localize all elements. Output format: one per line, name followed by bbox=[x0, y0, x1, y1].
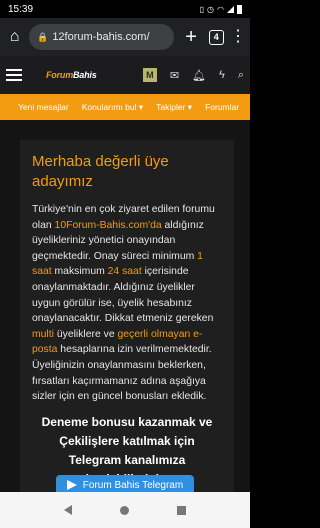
home-button-icon[interactable] bbox=[120, 505, 129, 515]
nav-watched[interactable]: Takipler ▾ bbox=[156, 102, 192, 113]
search-icon[interactable]: ⌕ bbox=[238, 69, 244, 82]
more-menu-icon[interactable]: ⋮ bbox=[230, 29, 246, 45]
recent-apps-icon[interactable] bbox=[177, 505, 186, 515]
status-bar: 15:39 ▯ ◷ ◠ bbox=[0, 0, 250, 18]
nav-forums[interactable]: Forumlar bbox=[205, 102, 239, 112]
main-nav: Yeni mesajlar Konularımı bul ▾ Takipler … bbox=[0, 94, 250, 120]
battery-icon bbox=[237, 4, 242, 14]
welcome-card: Merhaba değerli üye adayımız Türkiye'nin… bbox=[20, 140, 234, 492]
signal-icon bbox=[227, 5, 234, 13]
nav-new-messages[interactable]: Yeni mesajlar bbox=[18, 102, 69, 112]
status-icons: ▯ ◷ ◠ bbox=[199, 4, 242, 14]
status-time: 15:39 bbox=[8, 3, 34, 15]
header-icons: M ✉ 🔔︎ ϟ ⌕ bbox=[142, 68, 244, 82]
welcome-title: Merhaba değerli üye adayımız bbox=[32, 153, 169, 190]
hamburger-menu-icon[interactable] bbox=[6, 69, 24, 81]
logo-prefix: Forum bbox=[46, 70, 73, 80]
welcome-text: Türkiye'nin en çok ziyaret edilen forumu… bbox=[32, 204, 215, 403]
new-tab-icon[interactable]: + bbox=[180, 26, 203, 49]
telegram-button-label: Forum Bahis Telegram bbox=[82, 479, 184, 491]
browser-toolbar: ⌂ 🔒 12forum-bahis.com/ + 4 ⋮ bbox=[0, 18, 250, 56]
site-logo[interactable]: ForumBahis bbox=[46, 70, 97, 80]
multi-highlight: multi bbox=[32, 328, 54, 340]
vibrate-icon: ▯ bbox=[199, 4, 205, 14]
site-header: ForumBahis M ✉ 🔔︎ ϟ ⌕ bbox=[0, 56, 250, 94]
home-icon[interactable]: ⌂ bbox=[4, 28, 25, 46]
nav-find-threads[interactable]: Konularımı bul ▾ bbox=[82, 102, 143, 113]
mail-icon[interactable]: ✉ bbox=[170, 69, 179, 82]
main-content: Merhaba değerli üye adayımız Türkiye'nin… bbox=[0, 120, 250, 495]
bell-icon[interactable]: 🔔︎ bbox=[192, 69, 206, 82]
telegram-icon bbox=[66, 480, 77, 490]
logo-suffix: Bahis bbox=[73, 70, 97, 80]
address-bar[interactable]: 🔒 12forum-bahis.com/ bbox=[29, 24, 174, 50]
android-navigation-bar bbox=[0, 492, 250, 528]
url-text: 12forum-bahis.com/ bbox=[52, 31, 150, 43]
avatar[interactable]: M bbox=[142, 68, 157, 82]
back-icon[interactable] bbox=[64, 505, 72, 515]
site-link[interactable]: 10Forum-Bahis.com'da bbox=[55, 220, 162, 231]
tab-switcher-button[interactable]: 4 bbox=[208, 29, 224, 45]
wifi-icon: ◠ bbox=[217, 4, 224, 14]
max-duration: 24 saat bbox=[107, 266, 142, 278]
lightning-icon[interactable]: ϟ bbox=[219, 69, 225, 81]
lock-icon: 🔒 bbox=[37, 31, 49, 42]
alarm-icon: ◷ bbox=[207, 4, 215, 14]
